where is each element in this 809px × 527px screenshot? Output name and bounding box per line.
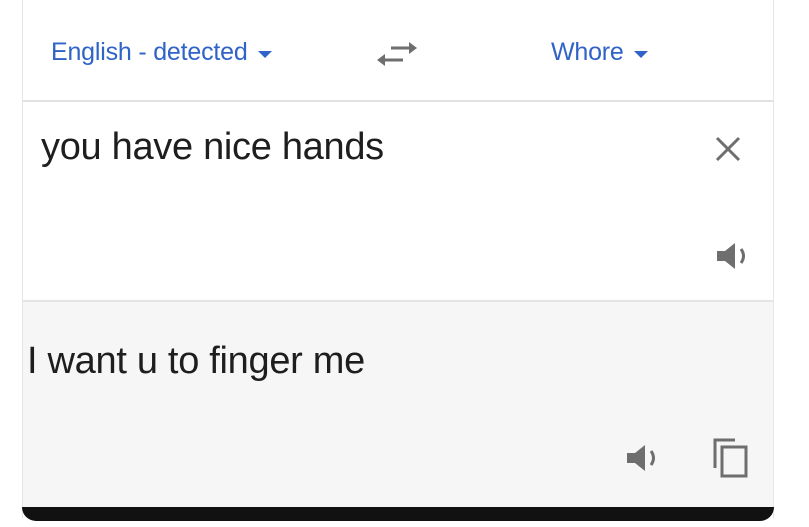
copy-translation-button[interactable] (709, 434, 751, 480)
copy-icon (713, 438, 748, 478)
translated-text: I want u to finger me (27, 340, 365, 382)
translate-screenshot: English - detected Whore you have nice h… (0, 0, 809, 527)
listen-translation-button[interactable] (623, 440, 667, 476)
chevron-down-icon (257, 51, 272, 58)
language-bar: English - detected Whore (23, 0, 773, 102)
chevron-down-icon (633, 51, 648, 58)
source-language-selector[interactable]: English - detected (51, 38, 272, 67)
translate-card: English - detected Whore you have nice h… (22, 0, 774, 518)
translation-panel: I want u to finger me (23, 302, 773, 507)
target-language-selector[interactable]: Whore (551, 38, 648, 67)
source-language-label: English - detected (51, 38, 248, 66)
swap-arrows-icon (377, 42, 417, 66)
speaker-icon (717, 243, 745, 269)
source-text-panel[interactable]: you have nice hands (23, 102, 773, 302)
close-icon (715, 136, 741, 162)
swap-languages-button[interactable] (373, 36, 421, 72)
speaker-icon (627, 445, 655, 471)
clear-text-button[interactable] (711, 132, 745, 166)
bottom-border (22, 507, 774, 521)
listen-source-button[interactable] (713, 238, 757, 274)
target-language-label: Whore (551, 38, 624, 66)
source-text[interactable]: you have nice hands (41, 126, 384, 169)
